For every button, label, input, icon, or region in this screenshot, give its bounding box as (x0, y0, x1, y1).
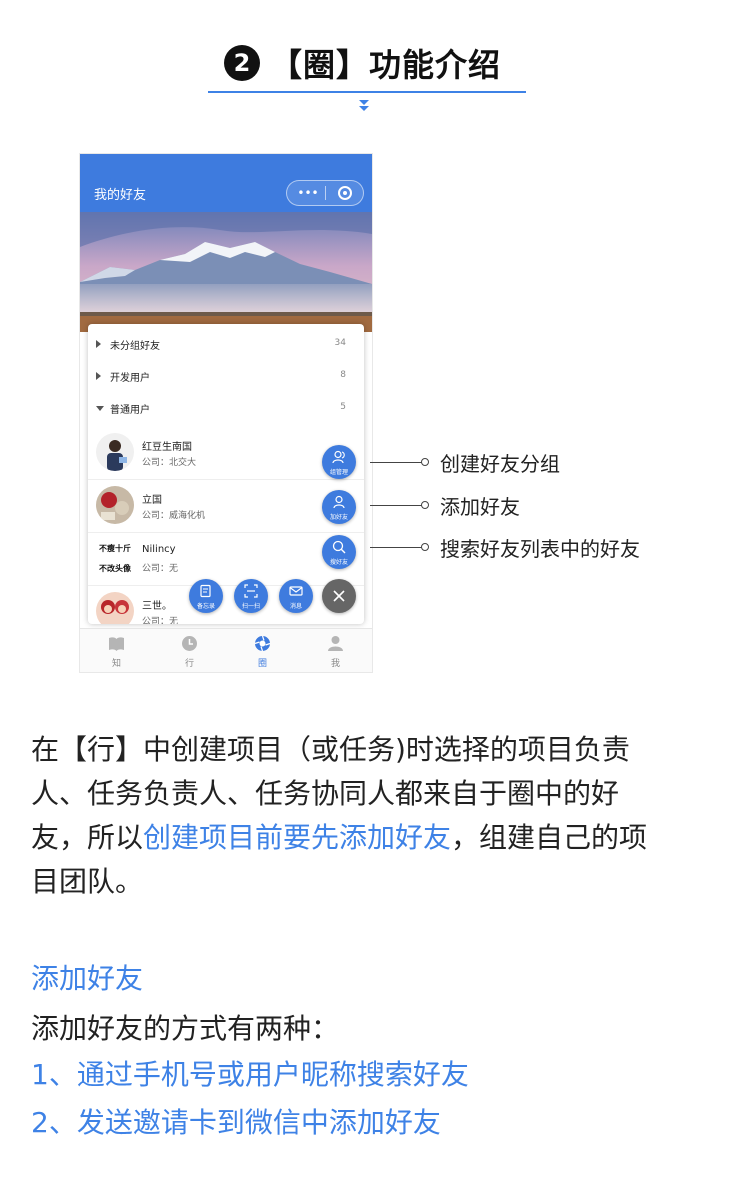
section-title: 【圈】功能介绍 (270, 46, 502, 84)
group-count: 8 (340, 370, 346, 380)
group-row-ungrouped[interactable]: 未分组好友 34 (88, 328, 364, 360)
friend-company: 公司：威海化机 (142, 511, 206, 521)
scan-button[interactable]: 扫一扫 (234, 579, 268, 613)
friend-name: 三世。 (142, 601, 172, 612)
add-methods-intro: 添加好友的方式有两种： (31, 1012, 340, 1045)
callout-line (370, 547, 422, 548)
capsule-divider (325, 186, 326, 200)
fab-label: 扫一扫 (241, 603, 260, 610)
group-row-normal-users[interactable]: 普通用户 5 (88, 392, 364, 424)
add-friend-heading: 添加好友 (31, 962, 144, 995)
tab-circle[interactable]: 圈 (226, 629, 299, 672)
fab-label: 组管理 (329, 469, 348, 476)
caret-right-icon (96, 372, 101, 380)
callout-dot (421, 501, 429, 509)
more-icon[interactable]: ••• (297, 187, 319, 199)
avatar (96, 486, 134, 524)
callout-search-friend: 搜索好友列表中的好友 (440, 537, 640, 561)
group-count: 5 (340, 402, 346, 412)
nav-bar: 我的好友 ••• (80, 154, 372, 212)
double-chevron-down-icon (359, 100, 369, 111)
tab-label: 行 (184, 659, 194, 669)
tab-label: 圈 (257, 659, 267, 669)
message-button[interactable]: 消息 (279, 579, 313, 613)
friend-name: 红豆生南国 (142, 442, 192, 453)
friend-name: 立国 (142, 495, 162, 506)
avatar: 不瘦十斤 不改头像 (96, 539, 134, 577)
group-count: 34 (334, 338, 346, 348)
paragraph-line: 友，所以创建项目前要先添加好友，组建自己的项 (31, 816, 711, 860)
tab-do[interactable]: 行 (153, 629, 226, 672)
target-close-icon[interactable] (338, 186, 352, 200)
group-label: 未分组好友 (110, 341, 160, 352)
tab-label: 知 (111, 659, 121, 669)
description-paragraph: 在【行】中创建项目（或任务)时选择的项目负责 人、任务负责人、任务协同人都来自于… (31, 728, 711, 904)
fab-label: 加好友 (329, 514, 348, 521)
tab-bar: 知 行 圈 我 (80, 628, 372, 672)
friend-company: 公司：北交大 (142, 458, 197, 468)
paragraph-text: 友，所以 (31, 821, 144, 854)
title-underline (208, 91, 526, 93)
callout-line (370, 462, 422, 463)
callout-dot (421, 543, 429, 551)
person-icon (328, 636, 343, 651)
add-method-2: 2、发送邀请卡到微信中添加好友 (31, 1106, 441, 1139)
caret-right-icon (96, 340, 101, 348)
paragraph-line: 目团队。 (31, 865, 144, 898)
avatar (96, 592, 134, 624)
mountain-banner-image (80, 212, 372, 332)
friend-name: Nilincy (142, 544, 176, 555)
avatar-text: 不改头像 (99, 564, 131, 573)
aperture-icon (254, 635, 271, 652)
search-friend-button[interactable]: 搜好友 (322, 535, 356, 569)
friend-company: 公司：无 (142, 617, 179, 624)
fab-label: 备忘录 (196, 603, 215, 610)
group-manage-button[interactable]: 组管理 (322, 445, 356, 479)
tab-know[interactable]: 知 (80, 629, 153, 672)
memo-icon (200, 584, 211, 598)
tab-label: 我 (330, 659, 340, 669)
book-icon (109, 637, 124, 651)
mail-icon (289, 586, 303, 596)
paragraph-highlight: 创建项目前要先添加好友 (143, 821, 452, 854)
group-row-developers[interactable]: 开发用户 8 (88, 360, 364, 392)
avatar (96, 433, 134, 471)
memo-button[interactable]: 备忘录 (189, 579, 223, 613)
miniprogram-capsule[interactable]: ••• (286, 180, 364, 206)
group-label: 普通用户 (110, 405, 150, 416)
callout-dot (421, 458, 429, 466)
phone-screenshot: 我的好友 ••• 未分组好友 34 开发用户 8 普通用户 5 红豆生南国 公司… (79, 153, 373, 673)
tab-me[interactable]: 我 (299, 629, 372, 672)
callout-add-friend: 添加好友 (440, 495, 520, 519)
nav-title: 我的好友 (94, 188, 147, 203)
callout-group-manage: 创建好友分组 (440, 452, 560, 476)
search-icon (332, 540, 346, 554)
fab-label: 搜好友 (329, 559, 348, 566)
avatar-text: 不瘦十斤 (99, 544, 131, 553)
add-friend-button[interactable]: 加好友 (322, 490, 356, 524)
friend-company: 公司：无 (142, 564, 179, 574)
paragraph-line: 人、任务负责人、任务协同人都来自于圈中的好 (31, 777, 620, 810)
caret-down-icon (96, 406, 104, 411)
close-fab-button[interactable] (322, 579, 356, 613)
user-add-icon (333, 495, 345, 509)
users-icon (332, 450, 345, 464)
paragraph-text: ，组建自己的项 (451, 821, 648, 854)
group-label: 开发用户 (110, 373, 150, 384)
paragraph-line: 在【行】中创建项目（或任务)时选择的项目负责 (31, 733, 630, 766)
step-number-badge: 2 (224, 45, 260, 81)
fab-label: 消息 (289, 603, 302, 610)
close-icon (333, 590, 345, 602)
callout-line (370, 505, 422, 506)
add-method-1: 1、通过手机号或用户昵称搜索好友 (31, 1058, 469, 1091)
clock-icon (182, 636, 197, 651)
scan-icon (244, 584, 258, 598)
